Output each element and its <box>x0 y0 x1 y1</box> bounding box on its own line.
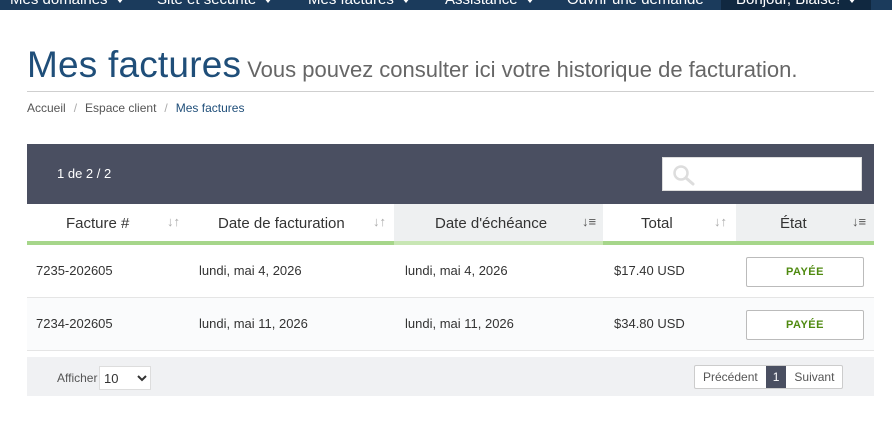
col-header-status[interactable]: État ↓≡ <box>736 204 874 245</box>
page-size-select[interactable]: 10 <box>99 366 151 390</box>
page-size-label: Afficher <box>57 371 98 385</box>
page-subtitle: Vous pouvez consulter ici votre historiq… <box>247 57 798 82</box>
sort-icon: ↓↑ <box>714 214 727 229</box>
nav-invoices-label: Mes factures <box>308 0 394 8</box>
col-header-due-date-label: Date d'échéance <box>435 215 548 232</box>
breadcrumb-current: Mes factures <box>175 101 245 115</box>
invoice-number: 7234-202605 <box>36 316 113 331</box>
col-header-total-label: Total <box>641 215 673 232</box>
top-navbar: Mes domaines Site et sécurité Mes factur… <box>0 0 892 10</box>
col-header-date-label: Date de facturation <box>218 215 345 232</box>
page-1-button[interactable]: 1 <box>765 366 787 388</box>
invoice-date: lundi, mai 11, 2026 <box>199 316 308 331</box>
invoice-number: 7235-202605 <box>36 263 113 278</box>
page-header: Mes factures Vous pouvez consulter ici vo… <box>27 44 798 86</box>
col-header-total[interactable]: Total ↓↑ <box>603 204 736 245</box>
nav-site-security-label: Site et sécurité <box>157 0 256 8</box>
col-header-date[interactable]: Date de facturation ↓↑ <box>188 204 394 245</box>
invoice-date: lundi, mai 4, 2026 <box>199 263 302 278</box>
sort-icon: ↓↑ <box>167 214 180 229</box>
col-header-status-label: État <box>780 215 807 232</box>
nav-greeting-label: Bonjour, Blaise! <box>736 0 840 8</box>
table-footer: Afficher 10 Précédent 1 Suivant <box>27 357 874 396</box>
due-date: lundi, mai 11, 2026 <box>405 316 514 331</box>
nav-invoices[interactable]: Mes factures <box>308 0 410 8</box>
breadcrumb-separator: / <box>73 101 78 115</box>
nav-support[interactable]: Assistance <box>445 0 534 8</box>
page-title: Mes factures <box>27 44 242 85</box>
sort-descending-icon: ↓≡ <box>852 214 867 229</box>
nav-domains[interactable]: Mes domaines <box>10 0 124 8</box>
table-row[interactable]: 7234-202605 lundi, mai 11, 2026 lundi, m… <box>27 298 874 351</box>
col-header-due-date[interactable]: Date d'échéance ↓≡ <box>394 204 603 245</box>
next-page-button[interactable]: Suivant <box>786 366 842 388</box>
nav-domains-label: Mes domaines <box>10 0 108 8</box>
nav-open-ticket[interactable]: Ouvrir une demande <box>567 0 704 8</box>
col-header-invoice[interactable]: Facture # ↓↑ <box>27 204 188 245</box>
nav-support-label: Assistance <box>445 0 518 8</box>
status-badge[interactable]: PAYÉE <box>746 310 864 340</box>
invoice-total: $17.40 USD <box>614 263 685 278</box>
breadcrumb-client-area[interactable]: Espace client <box>85 101 156 115</box>
chevron-down-icon <box>525 0 534 3</box>
table-info: 1 de 2 / 2 <box>57 166 112 181</box>
search-icon <box>673 165 695 186</box>
chevron-down-icon <box>848 0 857 3</box>
nav-greeting[interactable]: Bonjour, Blaise! <box>736 0 857 8</box>
chevron-down-icon <box>264 0 273 3</box>
breadcrumb-home[interactable]: Accueil <box>27 101 66 115</box>
prev-page-button[interactable]: Précédent <box>695 366 766 388</box>
pagination: Précédent 1 Suivant <box>694 365 844 389</box>
table-row[interactable]: 7235-202605 lundi, mai 4, 2026 lundi, ma… <box>27 245 874 298</box>
breadcrumb-separator: / <box>164 101 168 115</box>
chevron-down-icon <box>401 0 410 3</box>
due-date: lundi, mai 4, 2026 <box>405 263 508 278</box>
table-toolbar: 1 de 2 / 2 <box>27 144 874 204</box>
invoice-total: $34.80 USD <box>614 316 685 331</box>
status-badge[interactable]: PAYÉE <box>746 257 864 287</box>
chevron-down-icon <box>115 0 124 3</box>
title-divider <box>27 91 874 92</box>
search-box[interactable] <box>662 157 862 191</box>
col-header-invoice-label: Facture # <box>66 215 130 232</box>
sort-ascending-icon: ↓≡ <box>582 214 597 229</box>
nav-site-security[interactable]: Site et sécurité <box>157 0 273 8</box>
sort-icon: ↓↑ <box>373 214 386 229</box>
breadcrumb: Accueil / Espace client / Mes factures <box>27 101 244 115</box>
search-input[interactable] <box>699 164 854 184</box>
